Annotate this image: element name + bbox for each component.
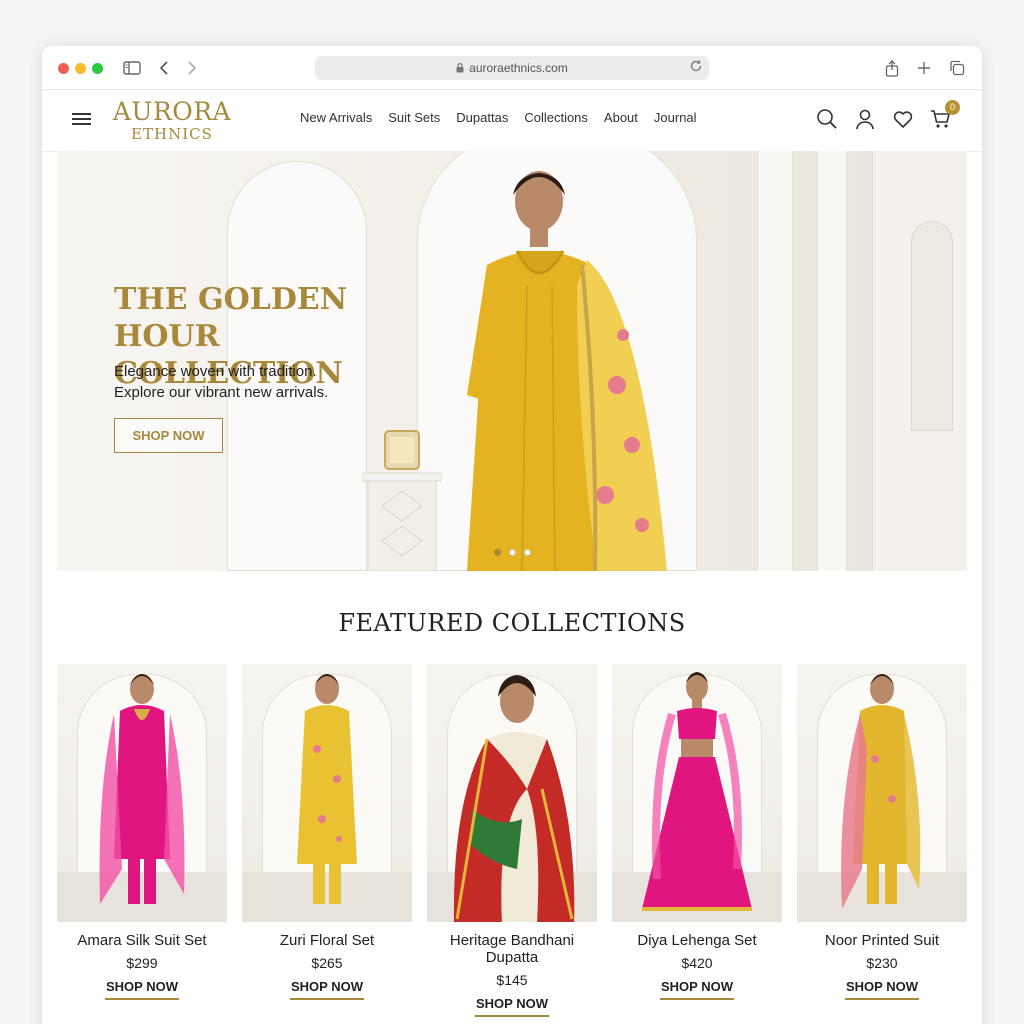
product-name[interactable]: Noor Printed Suit (797, 932, 967, 949)
hero-subtitle: Elegance woven with tradition. Explore o… (114, 361, 414, 403)
nav-suit-sets[interactable]: Suit Sets (388, 110, 440, 125)
hero-wall-niche (872, 151, 967, 571)
maximize-window-button[interactable] (92, 63, 103, 74)
minimize-window-button[interactable] (75, 63, 86, 74)
product-image-heritage[interactable] (427, 664, 597, 922)
product-price: $230 (866, 955, 898, 971)
address-bar[interactable]: auroraethnics.com (315, 56, 709, 80)
hero-pillar (757, 151, 793, 571)
new-tab-icon[interactable] (914, 58, 934, 78)
product-shop-now-link[interactable]: SHOP NOW (290, 979, 364, 1000)
product-image-noor[interactable] (797, 664, 967, 922)
hero-subtitle-line1: Elegance woven with tradition. (114, 363, 317, 380)
product-image-zuri[interactable] (242, 664, 412, 922)
carousel-dot-2[interactable] (509, 549, 516, 556)
product-shop-now-link[interactable]: SHOP NOW (475, 996, 549, 1017)
main-nav: New Arrivals Suit Sets Dupattas Collecti… (300, 110, 697, 125)
site-logo[interactable]: AURORA ETHNICS (112, 97, 232, 143)
product-card[interactable]: Zuri Floral Set $265 SHOP NOW (242, 664, 412, 1000)
wishlist-heart-icon[interactable] (892, 108, 914, 130)
menu-icon[interactable] (72, 110, 94, 130)
product-price: $299 (126, 955, 158, 971)
product-card[interactable]: Diya Lehenga Set $420 SHOP NOW (612, 664, 782, 1000)
forward-arrow-icon[interactable] (182, 58, 202, 78)
hero-subtitle-line2: Explore our vibrant new arrivals. (114, 384, 329, 401)
product-image-diya[interactable] (612, 664, 782, 922)
nav-journal[interactable]: Journal (654, 110, 697, 125)
nav-about[interactable]: About (604, 110, 638, 125)
product-card[interactable]: Amara Silk Suit Set $299 SHOP NOW (57, 664, 227, 1000)
product-price: $420 (681, 955, 713, 971)
product-name[interactable]: Zuri Floral Set (242, 932, 412, 949)
hero-model-image (467, 171, 667, 571)
back-arrow-icon[interactable] (154, 58, 174, 78)
product-card[interactable]: Heritage Bandhani Dupatta $145 SHOP NOW (427, 664, 597, 1017)
cart-count-badge: 0 (945, 100, 960, 115)
product-shop-now-link[interactable]: SHOP NOW (660, 979, 734, 1000)
search-icon[interactable] (816, 108, 838, 130)
logo-line2: ETHNICS (131, 125, 213, 143)
product-image-amara[interactable] (57, 664, 227, 922)
product-grid: Amara Silk Suit Set $299 SHOP NOW Zuri F… (57, 664, 967, 1024)
lock-icon (456, 63, 464, 73)
product-name[interactable]: Diya Lehenga Set (612, 932, 782, 949)
product-shop-now-link[interactable]: SHOP NOW (105, 979, 179, 1000)
nav-dupattas[interactable]: Dupattas (456, 110, 508, 125)
product-price: $265 (311, 955, 343, 971)
featured-collections-heading: FEATURED COLLECTIONS (338, 609, 686, 637)
header-icons: 0 (816, 100, 960, 130)
share-icon[interactable] (882, 58, 902, 78)
browser-window: auroraethnics.com AURORA ETHNICS New Arr… (42, 46, 982, 1024)
product-shop-now-link[interactable]: SHOP NOW (845, 979, 919, 1000)
nav-collections[interactable]: Collections (524, 110, 588, 125)
hero-banner[interactable]: THE GOLDEN HOUR COLLECTION Elegance wove… (57, 151, 967, 571)
carousel-dot-1[interactable] (494, 549, 501, 556)
carousel-dots (494, 549, 531, 556)
url-text: auroraethnics.com (469, 61, 568, 75)
logo-line1: AURORA (112, 97, 232, 126)
site-header: AURORA ETHNICS New Arrivals Suit Sets Du… (42, 90, 982, 152)
close-window-button[interactable] (58, 63, 69, 74)
product-price: $145 (496, 972, 528, 988)
account-icon[interactable] (854, 108, 876, 130)
cart-icon[interactable]: 0 (930, 100, 960, 130)
product-card[interactable]: Noor Printed Suit $230 SHOP NOW (797, 664, 967, 1000)
browser-toolbar: auroraethnics.com (42, 46, 982, 90)
nav-new-arrivals[interactable]: New Arrivals (300, 110, 372, 125)
carousel-dot-3[interactable] (524, 549, 531, 556)
hero-shop-now-button[interactable]: SHOP NOW (114, 418, 223, 453)
product-name[interactable]: Amara Silk Suit Set (57, 932, 227, 949)
reload-icon[interactable] (689, 59, 703, 73)
sidebar-toggle-icon[interactable] (122, 58, 142, 78)
product-name[interactable]: Heritage Bandhani Dupatta (427, 932, 597, 966)
tab-overview-icon[interactable] (947, 58, 967, 78)
hero-pillar (817, 151, 847, 571)
